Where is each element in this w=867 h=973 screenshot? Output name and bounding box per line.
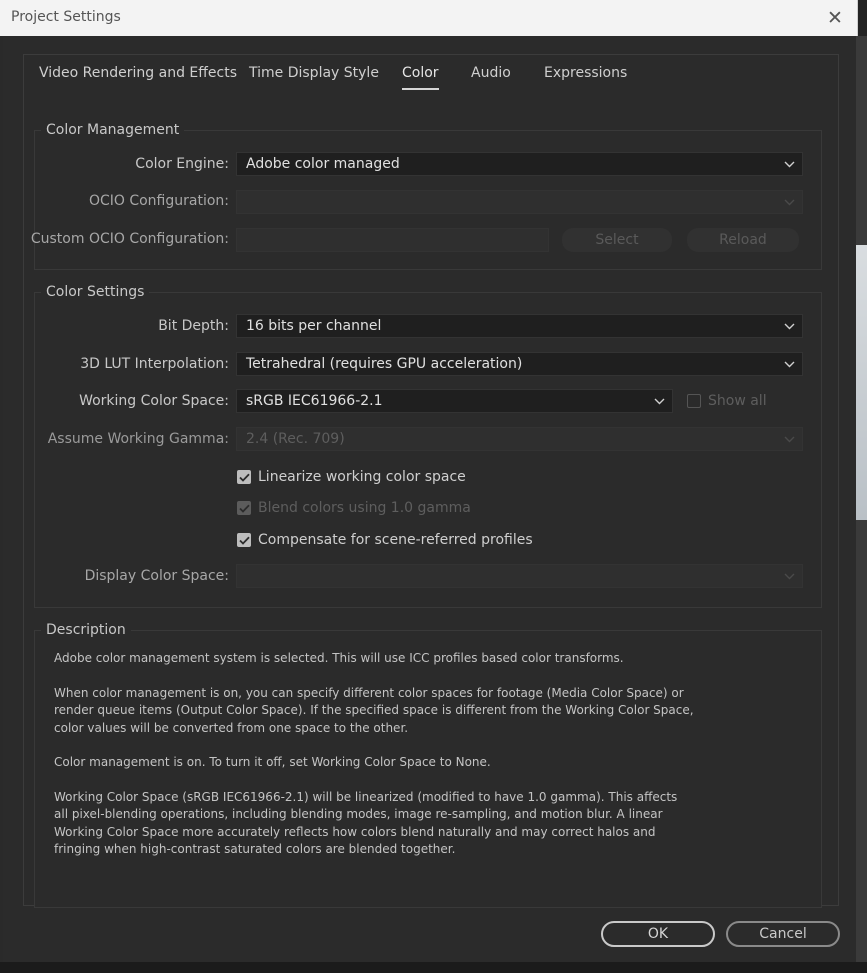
tab-bar: Video Rendering and Effects Time Display… [24, 55, 838, 95]
chevron-down-icon [783, 158, 795, 170]
title-bar: Project Settings ✕ [0, 0, 858, 36]
display-color-space-label: Display Color Space: [84, 568, 229, 584]
select-button[interactable]: Select [562, 228, 672, 252]
color-engine-value: Adobe color managed [246, 156, 400, 172]
linearize-checkbox[interactable]: Linearize working color space [237, 467, 466, 487]
bit-depth-label: Bit Depth: [158, 318, 229, 334]
show-all-label: Show all [708, 393, 767, 409]
display-color-space-dropdown[interactable] [236, 564, 803, 588]
compensate-checkbox[interactable]: Compensate for scene-referred profiles [237, 530, 533, 550]
working-color-space-value: sRGB IEC61966-2.1 [246, 393, 383, 409]
working-color-space-label: Working Color Space: [79, 393, 229, 409]
color-engine-dropdown[interactable]: Adobe color managed [236, 152, 803, 176]
color-management-group: Color Management Color Engine: Adobe col… [30, 122, 822, 270]
chevron-down-icon [653, 395, 665, 407]
description-paragraph: Working Color Space (sRGB IEC61966-2.1) … [54, 789, 678, 857]
tab-color[interactable]: Color [402, 65, 439, 90]
color-settings-group: Color Settings Bit Depth: 16 bits per ch… [34, 284, 822, 608]
ocio-configuration-dropdown[interactable] [236, 190, 803, 214]
compensate-label: Compensate for scene-referred profiles [258, 532, 533, 548]
blend-colors-checkbox[interactable]: Blend colors using 1.0 gamma [237, 498, 471, 518]
lut-interpolation-dropdown[interactable]: Tetrahedral (requires GPU acceleration) [236, 352, 803, 376]
background-app-image [856, 245, 867, 520]
description-paragraph: Color management is on. To turn it off, … [54, 755, 491, 769]
chevron-down-icon [783, 433, 795, 445]
project-settings-dialog: Video Rendering and Effects Time Display… [3, 36, 856, 962]
linearize-label: Linearize working color space [258, 469, 466, 485]
settings-panel: Video Rendering and Effects Time Display… [23, 54, 839, 908]
background-app-bottom [0, 962, 867, 973]
working-color-space-dropdown[interactable]: sRGB IEC61966-2.1 [236, 389, 673, 413]
tab-audio[interactable]: Audio [471, 65, 511, 81]
bit-depth-dropdown[interactable]: 16 bits per channel [236, 314, 803, 338]
cancel-button[interactable]: Cancel [726, 921, 840, 947]
chevron-down-icon [783, 358, 795, 370]
close-icon: ✕ [827, 7, 843, 29]
description-text: Adobe color management system is selecte… [54, 650, 694, 876]
blend-colors-label: Blend colors using 1.0 gamma [258, 500, 471, 516]
chevron-down-icon [783, 196, 795, 208]
close-button[interactable]: ✕ [820, 4, 850, 32]
description-paragraph: Adobe color management system is selecte… [54, 651, 624, 665]
window-title: Project Settings [11, 9, 121, 25]
assume-working-gamma-value: 2.4 (Rec. 709) [246, 431, 345, 447]
checkbox-box [687, 394, 701, 408]
bit-depth-value: 16 bits per channel [246, 318, 382, 334]
description-group: Description Adobe color management syste… [34, 622, 822, 908]
tab-video-rendering-and-effects[interactable]: Video Rendering and Effects [39, 65, 237, 81]
chevron-down-icon [783, 320, 795, 332]
description-paragraph: When color management is on, you can spe… [54, 685, 694, 735]
assume-working-gamma-dropdown[interactable]: 2.4 (Rec. 709) [236, 427, 803, 451]
custom-ocio-configuration-input[interactable] [236, 228, 549, 252]
checkmark-icon [237, 470, 251, 484]
description-title: Description [41, 622, 131, 638]
chevron-down-icon [783, 570, 795, 582]
ocio-configuration-label: OCIO Configuration: [88, 193, 229, 209]
reload-button[interactable]: Reload [687, 228, 799, 252]
checkmark-icon [237, 533, 251, 547]
tab-time-display-style[interactable]: Time Display Style [249, 65, 379, 81]
show-all-checkbox[interactable]: Show all [687, 391, 767, 411]
lut-interpolation-label: 3D LUT Interpolation: [80, 356, 229, 372]
lut-interpolation-value: Tetrahedral (requires GPU acceleration) [246, 356, 523, 372]
color-settings-title: Color Settings [41, 284, 150, 300]
tab-expressions[interactable]: Expressions [544, 65, 627, 81]
checkmark-icon [237, 501, 251, 515]
ok-button[interactable]: OK [601, 921, 715, 947]
assume-working-gamma-label: Assume Working Gamma: [47, 431, 229, 447]
custom-ocio-configuration-label: Custom OCIO Configuration: [30, 231, 229, 247]
color-engine-label: Color Engine: [135, 156, 229, 172]
color-management-title: Color Management [41, 122, 185, 138]
